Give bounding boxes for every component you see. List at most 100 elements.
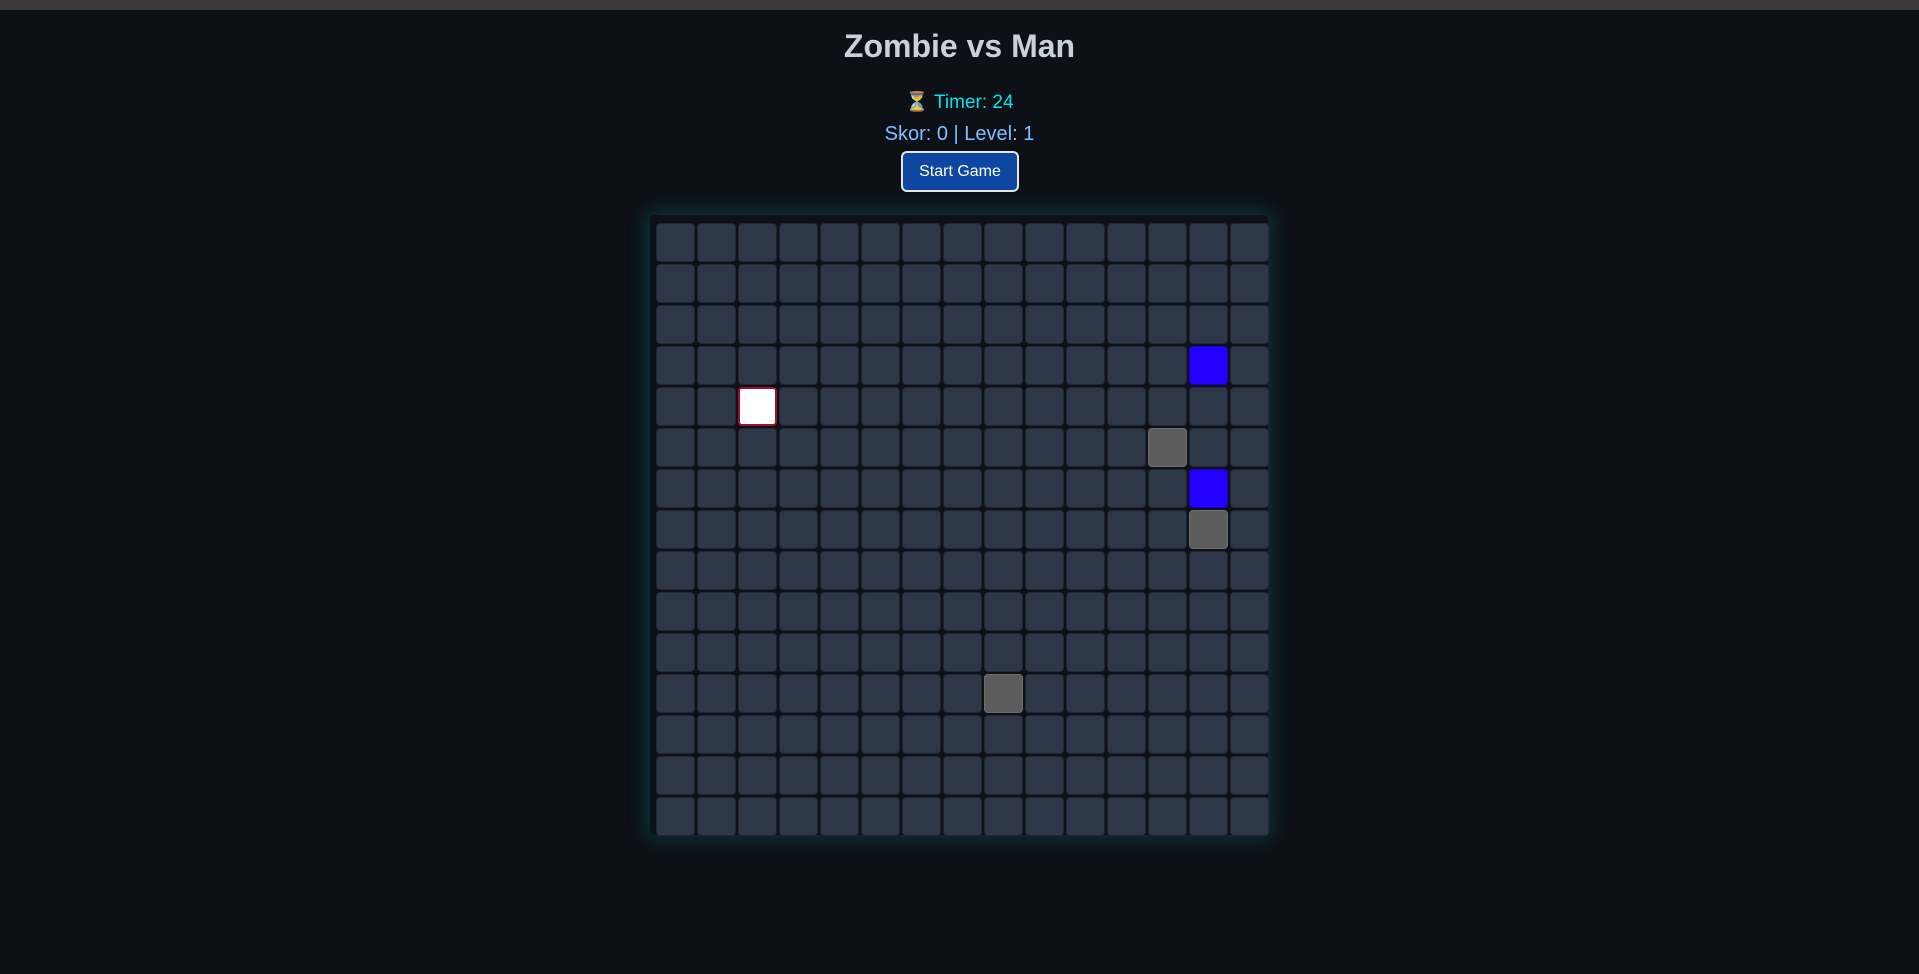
grid-cell xyxy=(902,428,941,467)
grid-cell xyxy=(943,469,982,508)
obstacle-cell xyxy=(1189,510,1228,549)
grid-cell xyxy=(1148,715,1187,754)
grid-cell xyxy=(1148,510,1187,549)
grid-cell xyxy=(1148,305,1187,344)
grid-cell xyxy=(1025,305,1064,344)
grid-cell xyxy=(984,756,1023,795)
grid-cell xyxy=(1066,469,1105,508)
grid-cell xyxy=(1230,633,1269,672)
grid-cell xyxy=(820,510,859,549)
grid-cell xyxy=(697,510,736,549)
grid-cell xyxy=(1189,633,1228,672)
grid-cell xyxy=(656,592,695,631)
start-game-button[interactable]: Start Game xyxy=(901,151,1019,192)
grid-cell xyxy=(1025,428,1064,467)
grid-cell xyxy=(738,469,777,508)
grid-cell xyxy=(656,510,695,549)
grid-cell xyxy=(1148,387,1187,426)
grid-cell xyxy=(943,346,982,385)
grid-cell xyxy=(779,551,818,590)
grid-cell xyxy=(697,469,736,508)
grid-cell xyxy=(656,428,695,467)
grid-cell xyxy=(738,305,777,344)
grid-cell xyxy=(943,223,982,262)
grid-cell xyxy=(902,510,941,549)
grid-cell xyxy=(738,428,777,467)
grid-cell xyxy=(738,223,777,262)
grid-cell xyxy=(1107,510,1146,549)
grid-cell xyxy=(902,223,941,262)
grid-cell xyxy=(697,387,736,426)
grid-cell xyxy=(820,346,859,385)
grid-cell xyxy=(1107,715,1146,754)
grid-cell xyxy=(861,223,900,262)
grid-cell xyxy=(1189,797,1228,836)
grid-cell xyxy=(902,387,941,426)
grid-cell xyxy=(656,551,695,590)
grid-cell xyxy=(738,797,777,836)
player-cell xyxy=(738,387,777,426)
grid-cell xyxy=(943,387,982,426)
grid-cell xyxy=(779,797,818,836)
grid-cell xyxy=(984,715,1023,754)
game-grid xyxy=(656,223,1269,836)
grid-cell xyxy=(902,674,941,713)
grid-cell xyxy=(984,223,1023,262)
grid-cell xyxy=(861,346,900,385)
grid-cell xyxy=(861,592,900,631)
grid-cell xyxy=(1066,633,1105,672)
grid-cell xyxy=(820,674,859,713)
grid-cell xyxy=(943,797,982,836)
grid-cell xyxy=(984,305,1023,344)
grid-cell xyxy=(1025,264,1064,303)
grid-cell xyxy=(902,797,941,836)
grid-cell xyxy=(902,756,941,795)
grid-cell xyxy=(1148,797,1187,836)
grid-cell xyxy=(1025,551,1064,590)
grid-cell xyxy=(1230,305,1269,344)
grid-cell xyxy=(1025,592,1064,631)
grid-cell xyxy=(1107,346,1146,385)
grid-cell xyxy=(656,264,695,303)
grid-cell xyxy=(738,715,777,754)
grid-cell xyxy=(1107,387,1146,426)
grid-cell xyxy=(697,756,736,795)
grid-cell xyxy=(1189,592,1228,631)
grid-cell xyxy=(1025,797,1064,836)
grid-cell xyxy=(984,428,1023,467)
grid-cell xyxy=(820,756,859,795)
grid-cell xyxy=(1025,346,1064,385)
grid-cell xyxy=(1230,797,1269,836)
grid-cell xyxy=(1066,551,1105,590)
grid-cell xyxy=(738,264,777,303)
grid-cell xyxy=(779,264,818,303)
grid-cell xyxy=(656,387,695,426)
grid-cell xyxy=(656,715,695,754)
grid-cell xyxy=(820,797,859,836)
grid-cell xyxy=(1066,387,1105,426)
grid-cell xyxy=(1230,264,1269,303)
grid-cell xyxy=(779,715,818,754)
grid-cell xyxy=(943,428,982,467)
grid-cell xyxy=(779,428,818,467)
grid-cell xyxy=(1148,469,1187,508)
grid-cell xyxy=(1107,264,1146,303)
grid-cell xyxy=(1066,346,1105,385)
grid-cell xyxy=(984,633,1023,672)
grid-cell xyxy=(1189,551,1228,590)
grid-cell xyxy=(697,674,736,713)
grid-cell xyxy=(1148,223,1187,262)
grid-cell xyxy=(738,551,777,590)
grid-cell xyxy=(820,428,859,467)
grid-cell xyxy=(1230,428,1269,467)
grid-cell xyxy=(943,264,982,303)
grid-cell xyxy=(1189,223,1228,262)
grid-cell xyxy=(984,592,1023,631)
grid-cell xyxy=(861,305,900,344)
grid-cell xyxy=(697,223,736,262)
grid-cell xyxy=(861,264,900,303)
grid-cell xyxy=(738,510,777,549)
grid-cell xyxy=(861,715,900,754)
grid-cell xyxy=(1107,223,1146,262)
grid-cell xyxy=(902,346,941,385)
